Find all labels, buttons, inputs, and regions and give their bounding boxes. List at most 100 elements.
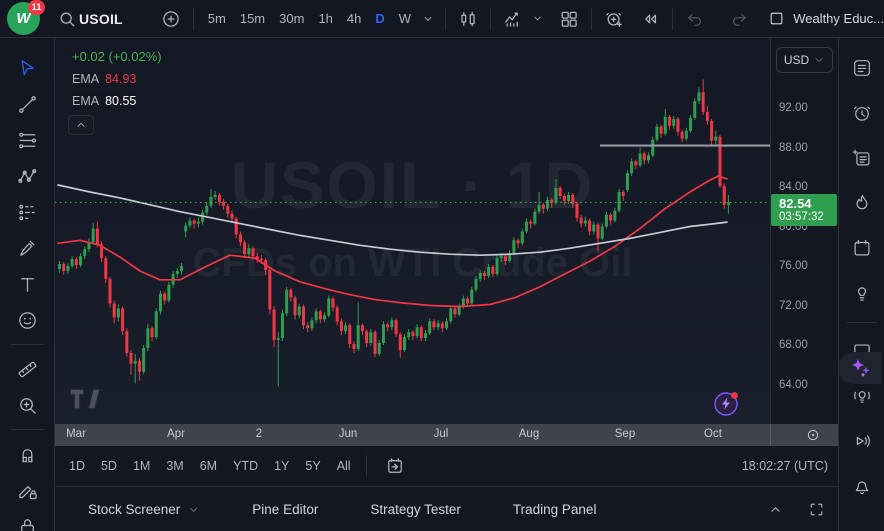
symbol-search-button[interactable]: USOIL <box>52 4 128 34</box>
range-5D[interactable]: 5D <box>93 453 125 479</box>
tool-trend-line[interactable] <box>8 86 46 122</box>
sidebar-hotlist-flame-button[interactable] <box>844 185 880 221</box>
sidebar-calendar-button[interactable] <box>844 230 880 266</box>
chevron-down-icon <box>813 54 825 66</box>
ema-fast-row[interactable]: EMA 84.93 <box>68 71 140 87</box>
timeframe-30m[interactable]: 30m <box>272 5 311 33</box>
tab-stock-screener[interactable]: Stock Screener <box>88 502 200 517</box>
tool-drawing-lock[interactable] <box>8 472 46 508</box>
text-icon <box>16 273 39 296</box>
price-tick: 72.00 <box>779 300 808 312</box>
grid-layout-icon <box>559 9 579 29</box>
time-label-Aug: Aug <box>519 428 539 440</box>
range-All[interactable]: All <box>329 453 359 479</box>
alerts-clock-icon <box>851 102 873 124</box>
create-alert-button[interactable] <box>599 4 629 34</box>
price-tick: 92.00 <box>779 102 808 114</box>
time-label-Oct: Oct <box>704 428 722 440</box>
timeframe-1h[interactable]: 1h <box>311 5 339 33</box>
indicators-button[interactable] <box>498 4 528 34</box>
tool-brush[interactable] <box>8 230 46 266</box>
chart-style-button[interactable] <box>453 4 483 34</box>
ai-assistant-button[interactable] <box>838 352 882 384</box>
tool-cursor[interactable] <box>8 50 46 86</box>
emoji-icon <box>16 309 39 332</box>
sidebar-watchlist-button[interactable] <box>844 50 880 86</box>
axis-settings-button[interactable] <box>790 425 836 445</box>
tab-strategy-tester[interactable]: Strategy Tester <box>370 502 461 517</box>
timeframe-15m[interactable]: 15m <box>233 5 272 33</box>
timeframe-W[interactable]: W <box>392 5 418 33</box>
magnet-icon <box>16 443 39 466</box>
tool-xabcd-pattern[interactable] <box>8 158 46 194</box>
sidebar-divider <box>847 322 877 323</box>
chart-legend: +0.02 (+0.02%) EMA 84.93 EMA 80.55 <box>68 48 166 135</box>
sidebar-streams-play-button[interactable] <box>844 423 880 459</box>
time-axis[interactable]: MarApr2JunJulAugSepOct <box>55 424 838 446</box>
top-toolbar: W 11 USOIL 5m15m30m1h4hDW <box>0 0 884 38</box>
toolbar-separator <box>672 8 673 30</box>
sidebar-ideas-bulb-button[interactable] <box>844 275 880 311</box>
toolbar-separator <box>591 8 592 30</box>
timeframe-5m[interactable]: 5m <box>201 5 233 33</box>
right-sidebar <box>838 38 884 531</box>
timeframe-menu-button[interactable] <box>418 4 438 34</box>
layout-grid-button[interactable] <box>554 4 584 34</box>
timeframe-group: 5m15m30m1h4hDW <box>201 5 418 33</box>
timeframe-D[interactable]: D <box>368 5 391 33</box>
undo-button[interactable] <box>680 4 710 34</box>
sidebar-notifications-bell-button[interactable] <box>844 468 880 504</box>
server-clock[interactable]: 18:02:27 (UTC) <box>742 459 828 473</box>
chart-pane[interactable]: USOIL · 1D CFDs on WTI Crude Oil +0.02 (… <box>55 38 770 424</box>
bar-countdown: 03:57:32 <box>779 211 837 224</box>
tool-zoom-in[interactable] <box>8 387 46 423</box>
price-axis[interactable]: USD 92.0088.0084.0080.0076.0072.0068.006… <box>770 38 838 446</box>
ruler-icon <box>16 358 39 381</box>
range-3M[interactable]: 3M <box>158 453 191 479</box>
trend-line-icon <box>16 93 39 116</box>
currency-dropdown[interactable]: USD <box>776 47 833 73</box>
sidebar-notes-add-button[interactable] <box>844 140 880 176</box>
chevron-up-icon <box>767 501 784 518</box>
app-logo[interactable]: W 11 <box>0 0 52 38</box>
range-1D[interactable]: 1D <box>61 453 93 479</box>
tradingview-logo-icon[interactable] <box>69 388 107 410</box>
range-5Y[interactable]: 5Y <box>297 453 328 479</box>
expand-panel-button[interactable] <box>762 494 789 524</box>
go-to-date-button[interactable] <box>380 451 410 481</box>
chevron-down-icon <box>421 12 435 26</box>
tool-ruler[interactable] <box>8 351 46 387</box>
user-menu[interactable]: Wealthy Educ... <box>768 10 884 27</box>
brush-icon <box>16 237 39 260</box>
fib-retracement-icon <box>16 129 39 152</box>
boost-icon[interactable] <box>713 390 740 417</box>
tool-text[interactable] <box>8 266 46 302</box>
sidebar-alerts-clock-button[interactable] <box>844 95 880 131</box>
range-1Y[interactable]: 1Y <box>266 453 297 479</box>
ema-slow-row[interactable]: EMA 80.55 <box>68 93 140 109</box>
timeframe-4h[interactable]: 4h <box>340 5 368 33</box>
tool-fib-retracement[interactable] <box>8 122 46 158</box>
tool-emoji[interactable] <box>8 302 46 338</box>
maximize-panel-button[interactable] <box>803 494 830 524</box>
plus-circle-icon <box>161 9 181 29</box>
indicators-menu-button[interactable] <box>528 4 546 34</box>
range-YTD[interactable]: YTD <box>225 453 266 479</box>
axis-corner-divider <box>770 424 771 446</box>
redo-button[interactable] <box>724 4 754 34</box>
chevron-down-icon <box>531 12 544 25</box>
xabcd-pattern-icon <box>16 165 39 188</box>
tool-forecast[interactable] <box>8 194 46 230</box>
tab-pine-editor[interactable]: Pine Editor <box>252 502 318 517</box>
price-tick: 84.00 <box>779 181 808 193</box>
range-1M[interactable]: 1M <box>125 453 158 479</box>
tool-lock-all[interactable] <box>8 508 46 531</box>
add-symbol-button[interactable] <box>156 4 186 34</box>
tab-trading-panel[interactable]: Trading Panel <box>513 502 597 517</box>
bottom-panel-bar: Stock Screener Pine Editor Strategy Tester… <box>55 487 838 531</box>
range-6M[interactable]: 6M <box>192 453 225 479</box>
tab-label: Trading Panel <box>513 502 597 517</box>
bar-replay-button[interactable] <box>635 4 665 34</box>
tool-magnet[interactable] <box>8 436 46 472</box>
legend-collapse-button[interactable] <box>68 115 94 135</box>
